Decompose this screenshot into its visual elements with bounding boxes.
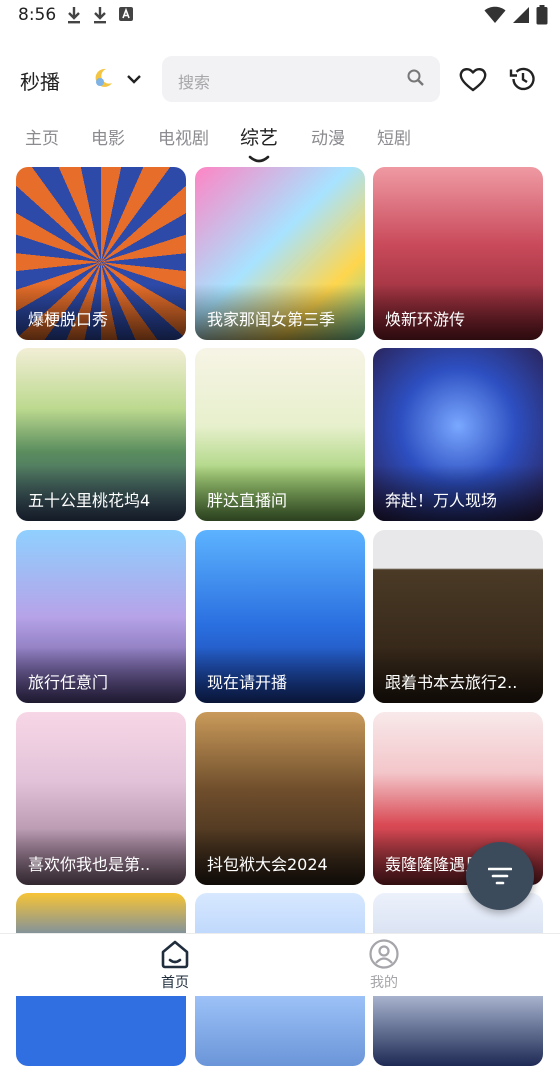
- poster-card[interactable]: 奔赴！万人现场: [373, 348, 543, 521]
- poster-title: 胖达直播间: [207, 491, 288, 510]
- poster-card[interactable]: 抖包袱大会2024: [195, 712, 365, 885]
- poster-card[interactable]: 胖达直播间: [195, 348, 365, 521]
- poster-card[interactable]: 现在请开播: [195, 530, 365, 703]
- poster-title: 抖包袱大会2024: [207, 855, 328, 874]
- poster-title: 焕新环游传: [385, 310, 466, 329]
- poster-title: 跟着书本去旅行2..: [385, 673, 518, 692]
- home-icon: [161, 940, 189, 969]
- poster-title: 五十公里桃花坞4: [28, 491, 151, 510]
- nav-home-label: 首页: [161, 975, 189, 991]
- poster-title: 奔赴！万人现场: [385, 491, 498, 510]
- poster-title: 现在请开播: [207, 673, 288, 692]
- poster-card[interactable]: 爆梗脱口秀: [16, 167, 186, 340]
- poster-title: 我家那闺女第三季: [207, 310, 336, 329]
- poster-card[interactable]: 我家那闺女第三季: [195, 167, 365, 340]
- filter-button[interactable]: [466, 842, 534, 910]
- poster-title: 旅行任意门: [28, 673, 109, 692]
- poster-card[interactable]: 跟着书本去旅行2..: [373, 530, 543, 703]
- variety-grid: 爆梗脱口秀 我家那闺女第三季 焕新环游传 五十公里桃花坞4 胖达直播间 奔赴！万…: [0, 0, 560, 1066]
- nav-home[interactable]: 首页: [135, 938, 215, 996]
- poster-card[interactable]: 焕新环游传: [373, 167, 543, 340]
- poster-title: 爆梗脱口秀: [28, 310, 109, 329]
- nav-profile[interactable]: 我的: [344, 938, 424, 996]
- poster-card[interactable]: 旅行任意门: [16, 530, 186, 703]
- poster-title: 喜欢你我也是第..: [28, 855, 151, 874]
- filter-icon: [488, 867, 512, 885]
- profile-icon: [369, 939, 399, 969]
- poster-card[interactable]: 喜欢你我也是第..: [16, 712, 186, 885]
- poster-card[interactable]: 五十公里桃花坞4: [16, 348, 186, 521]
- nav-profile-label: 我的: [370, 975, 398, 991]
- bottom-nav: 首页 我的: [0, 933, 560, 996]
